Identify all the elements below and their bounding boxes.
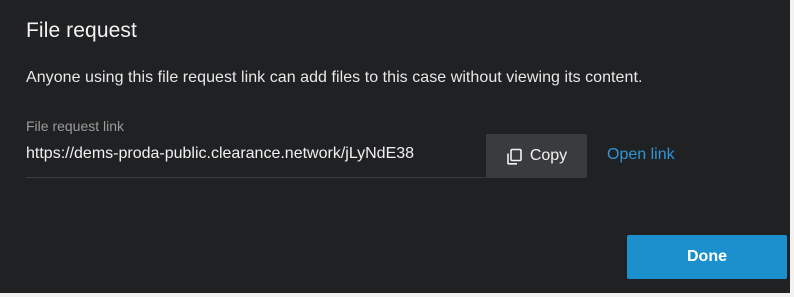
link-field-underline [26,177,486,178]
copy-button[interactable]: Copy [486,134,587,178]
file-request-dialog: File request Anyone using this file requ… [0,0,794,297]
dialog-edge-right [790,0,794,297]
file-request-link-field[interactable]: https://dems-proda-public.clearance.netw… [26,145,484,163]
dialog-title: File request [26,19,137,42]
file-request-link-label: File request link [26,118,125,134]
dialog-edge-bottom [0,293,794,297]
copy-button-label: Copy [529,147,568,164]
dialog-description: Anyone using this file request link can … [26,69,643,86]
open-link[interactable]: Open link [607,146,675,164]
copy-icon [506,148,523,165]
done-button[interactable]: Done [627,235,787,279]
